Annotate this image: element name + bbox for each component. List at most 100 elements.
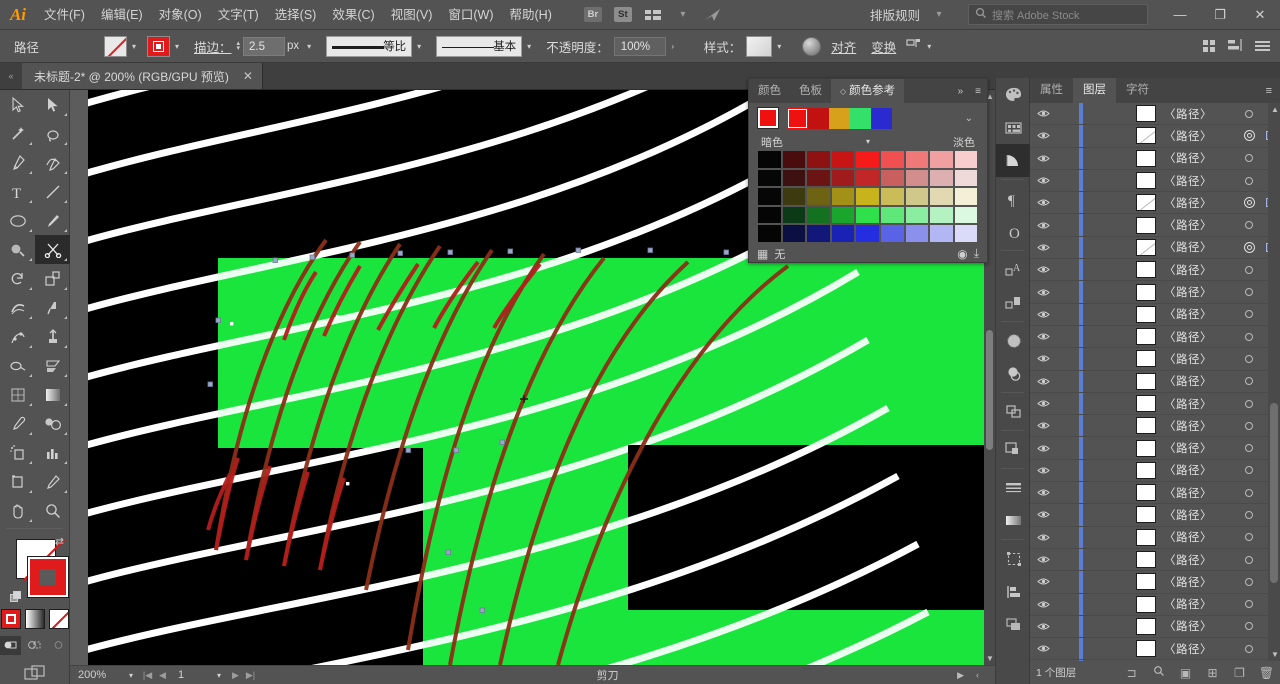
mesh-tool[interactable]: [0, 380, 35, 409]
layer-thumbnail[interactable]: [1136, 595, 1156, 613]
target-indicator[interactable]: [1238, 265, 1260, 274]
layer-row[interactable]: 〈路径〉: [1030, 415, 1280, 438]
layer-thumbnail[interactable]: [1136, 506, 1156, 524]
puppet-warp-tool[interactable]: [0, 322, 35, 351]
target-indicator[interactable]: [1238, 444, 1260, 453]
stroke-chevron-down-icon[interactable]: ▾: [170, 36, 184, 57]
graphic-style-swatch[interactable]: [746, 35, 773, 57]
target-indicator[interactable]: [1238, 241, 1260, 253]
hand-tool[interactable]: [0, 496, 35, 525]
color-variation-swatch-0-3[interactable]: [830, 150, 856, 169]
default-fill-stroke-icon[interactable]: [10, 591, 22, 603]
visibility-eye-icon[interactable]: [1030, 221, 1056, 230]
visibility-eye-icon[interactable]: [1030, 533, 1056, 542]
color-variation-swatch-2-6[interactable]: [904, 187, 930, 206]
brushes-panel-icon[interactable]: [996, 324, 1031, 357]
visibility-eye-icon[interactable]: [1030, 354, 1056, 363]
symbols-panel-icon[interactable]: [996, 357, 1031, 390]
screen-mode-button[interactable]: [0, 664, 69, 682]
search-layers-icon[interactable]: [1145, 665, 1172, 680]
opacity-chevron-icon[interactable]: ›: [666, 36, 680, 57]
color-variation-swatch-1-7[interactable]: [929, 168, 954, 187]
gradient-tool[interactable]: [35, 380, 70, 409]
harmony-swatch-2[interactable]: [829, 107, 850, 129]
color-variation-swatch-4-8[interactable]: [953, 224, 979, 243]
column-graph-tool[interactable]: [35, 438, 70, 467]
target-indicator[interactable]: [1238, 555, 1260, 564]
layers-panel[interactable]: 属性 图层 字符 ≡ 〈路径〉 〈路径〉 〈路径〉 〈路径〉 〈路径〉 〈路径〉 〈路径〉〈…: [1030, 78, 1280, 684]
layer-row[interactable]: 〈路径〉: [1030, 169, 1280, 193]
layers-scrollbar-thumb[interactable]: [1270, 403, 1278, 583]
symbol-sprayer-tool[interactable]: [0, 438, 35, 467]
target-indicator[interactable]: [1238, 221, 1260, 230]
tab-swatches[interactable]: 色板: [790, 79, 831, 103]
target-indicator[interactable]: [1238, 354, 1260, 363]
layer-row[interactable]: 〈路径〉: [1030, 392, 1280, 416]
color-variation-swatch-3-1[interactable]: [781, 205, 807, 224]
align-panel-icon[interactable]: [996, 575, 1031, 608]
layer-thumbnail[interactable]: [1136, 484, 1156, 502]
layer-row[interactable]: 〈路径〉: [1030, 325, 1280, 349]
target-indicator[interactable]: [1238, 310, 1260, 319]
perspective-grid-tool[interactable]: [0, 351, 35, 380]
target-indicator[interactable]: [1238, 622, 1260, 631]
color-variation-swatch-3-0[interactable]: [757, 205, 782, 224]
target-indicator[interactable]: [1238, 197, 1260, 209]
color-panel-icon[interactable]: [996, 78, 1031, 111]
layer-row[interactable]: 〈路径〉: [1030, 459, 1280, 483]
harmony-rule-strip[interactable]: [787, 107, 892, 129]
tab-collapse-icon[interactable]: «: [0, 62, 22, 89]
tab-layers[interactable]: 图层: [1073, 78, 1116, 103]
layer-thumbnail[interactable]: [1136, 172, 1156, 190]
next-artboard-icon[interactable]: ▶: [228, 670, 243, 681]
layers-panel-icon[interactable]: [996, 608, 1031, 641]
layer-row[interactable]: 〈路径〉: [1030, 192, 1280, 215]
visibility-eye-icon[interactable]: [1030, 555, 1056, 564]
graphic-styles-panel-icon[interactable]: [996, 286, 1031, 319]
color-variation-swatch-3-5[interactable]: [879, 205, 905, 224]
layer-thumbnail[interactable]: [1136, 640, 1156, 658]
visibility-eye-icon[interactable]: [1030, 577, 1056, 586]
character-panel-icon[interactable]: O: [996, 215, 1031, 248]
menu-file[interactable]: 文件(F): [36, 0, 93, 30]
color-variation-grid[interactable]: [749, 150, 987, 243]
visibility-eye-icon[interactable]: [1030, 622, 1056, 631]
stock-icon[interactable]: St: [610, 4, 636, 26]
tab-color-guide[interactable]: ◇ 颜色参考: [831, 79, 905, 103]
target-indicator[interactable]: [1238, 488, 1260, 497]
harmony-swatch-3[interactable]: [850, 107, 871, 129]
edit-colors-icon[interactable]: ◉: [957, 247, 967, 261]
color-variation-swatch-1-8[interactable]: [953, 168, 979, 187]
color-variation-swatch-1-6[interactable]: [904, 168, 930, 187]
color-variation-swatch-1-2[interactable]: [806, 168, 831, 187]
color-variation-swatch-4-4[interactable]: [855, 224, 880, 243]
visibility-eye-icon[interactable]: [1030, 265, 1056, 274]
gradient-mesh-tool[interactable]: [35, 351, 70, 380]
layer-row[interactable]: 〈路径〉: [1030, 303, 1280, 326]
layer-row[interactable]: 〈路径〉: [1030, 638, 1280, 661]
scissors-tool[interactable]: [35, 235, 70, 264]
direct-selection-tool[interactable]: [35, 90, 70, 119]
panel-menu-icon[interactable]: [1255, 39, 1270, 53]
eyedropper-tool[interactable]: [0, 409, 35, 438]
stroke-panel-icon[interactable]: [996, 471, 1031, 504]
last-artboard-icon[interactable]: ▶|: [243, 670, 258, 681]
color-variation-swatch-4-2[interactable]: [806, 224, 831, 243]
close-button[interactable]: ✕: [1240, 0, 1280, 30]
arrange-documents-icon[interactable]: [640, 4, 666, 26]
color-variation-swatch-0-6[interactable]: [904, 150, 930, 169]
visibility-eye-icon[interactable]: [1030, 377, 1056, 386]
harmony-swatch-4[interactable]: [871, 107, 892, 129]
target-indicator[interactable]: [1238, 176, 1260, 185]
visibility-eye-icon[interactable]: [1030, 488, 1056, 497]
ellipse-tool[interactable]: [0, 206, 35, 235]
transform-label[interactable]: 变换: [871, 37, 896, 56]
visibility-eye-icon[interactable]: [1030, 444, 1056, 453]
layer-row[interactable]: 〈路径〉: [1030, 103, 1280, 126]
recolor-artwork-icon[interactable]: [802, 36, 822, 56]
stroke-weight-chevron-down-icon[interactable]: ▾: [302, 36, 316, 57]
status-next-icon[interactable]: ▶: [957, 670, 964, 681]
color-variation-swatch-3-6[interactable]: [904, 205, 930, 224]
transparency-panel-icon[interactable]: [996, 433, 1031, 466]
color-variation-swatch-2-2[interactable]: [806, 187, 831, 206]
